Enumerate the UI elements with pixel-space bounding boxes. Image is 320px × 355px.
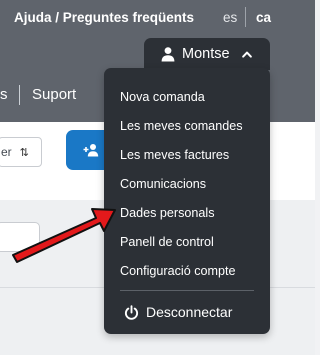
user-name: Montse [182, 46, 230, 62]
menu-item-les-meves-factures[interactable]: Les meves factures [104, 140, 270, 169]
chevron-up-icon [241, 51, 252, 58]
filter-input[interactable] [0, 222, 40, 252]
add-user-icon [83, 144, 99, 157]
help-faq-link[interactable]: Ajuda / Preguntes freqüents [14, 10, 194, 25]
menu-item-comunicacions[interactable]: Comunicacions [104, 169, 270, 198]
menu-item-configuracio-compte[interactable]: Configuració compte [104, 256, 270, 285]
menu-item-nova-comanda[interactable]: Nova comanda [104, 82, 270, 111]
language-ca-link[interactable]: ca [256, 10, 271, 25]
nav-item-partial[interactable]: s [0, 86, 8, 103]
logout-label: Desconnectar [146, 304, 233, 320]
sort-select[interactable]: er ⇅ [0, 137, 42, 167]
user-dropdown-menu: Nova comanda Les meves comandes Les meve… [104, 68, 270, 334]
menu-divider [120, 290, 254, 291]
sort-select-label: er [1, 145, 12, 159]
menu-item-panell-de-control[interactable]: Panell de control [104, 227, 270, 256]
dropdown-list: Nova comanda Les meves comandes Les meve… [104, 82, 270, 285]
language-divider [245, 7, 246, 27]
sort-arrows-icon: ⇅ [19, 146, 29, 159]
power-icon [124, 304, 139, 320]
nav-divider [19, 85, 20, 105]
menu-item-dades-personals[interactable]: Dades personals [104, 198, 270, 227]
logout-button[interactable]: Desconnectar [104, 300, 270, 324]
menu-item-les-meves-comandes[interactable]: Les meves comandes [104, 111, 270, 140]
nav-item-suport[interactable]: Suport [32, 86, 76, 103]
language-es-link[interactable]: es [223, 10, 237, 25]
user-menu-button[interactable]: Montse [144, 38, 270, 70]
user-icon [161, 47, 175, 62]
